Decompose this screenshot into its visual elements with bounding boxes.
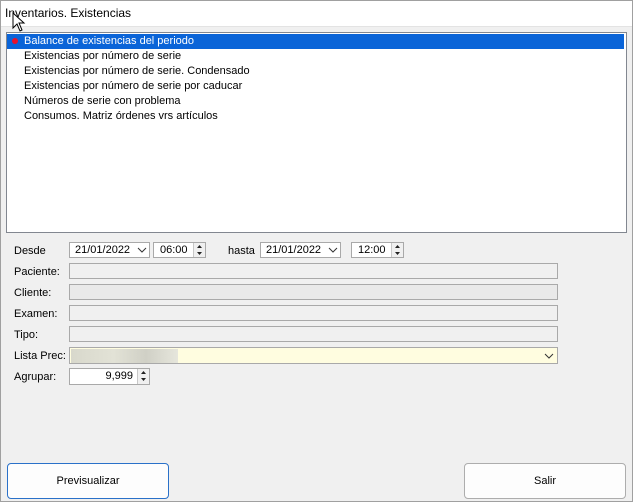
agrupar-spinner[interactable] <box>137 369 149 384</box>
desde-time-input[interactable]: 06:00 <box>153 242 206 258</box>
spin-up-icon[interactable] <box>194 243 205 250</box>
report-item-serial-expiring[interactable]: Existencias por número de serie por cadu… <box>7 79 624 94</box>
title-bar: Inventarios. Existencias <box>1 1 632 32</box>
tipo-label: Tipo: <box>14 329 39 341</box>
paciente-label: Paciente: <box>14 266 60 278</box>
hasta-date-picker[interactable]: 21/01/2022 <box>260 242 341 258</box>
desde-label: Desde <box>14 245 46 257</box>
chevron-down-icon[interactable] <box>543 350 555 362</box>
hasta-label: hasta <box>228 245 255 257</box>
spin-up-icon[interactable] <box>138 369 149 376</box>
hasta-time-spinner[interactable] <box>391 243 403 257</box>
mouse-pointer-icon <box>12 12 26 32</box>
report-item-serial[interactable]: Existencias por número de serie <box>7 49 624 64</box>
report-list[interactable]: Balance de existencias del periodo Exist… <box>6 32 627 233</box>
exit-button[interactable]: Salir <box>464 463 626 499</box>
spin-up-icon[interactable] <box>392 243 403 250</box>
report-item-serial-condensed[interactable]: Existencias por número de serie. Condens… <box>7 64 624 79</box>
desde-time-spinner[interactable] <box>193 243 205 257</box>
lista-prec-dropdown[interactable] <box>69 347 558 364</box>
spin-down-icon[interactable] <box>138 376 149 383</box>
paciente-field[interactable] <box>69 263 558 279</box>
agrupar-label: Agrupar: <box>14 371 57 383</box>
selection-bullet-icon <box>12 38 18 44</box>
cliente-label: Cliente: <box>14 287 52 299</box>
report-window: Inventarios. Existencias Balance de exis… <box>0 0 633 502</box>
spin-down-icon[interactable] <box>392 250 403 257</box>
tipo-field[interactable] <box>69 326 558 342</box>
examen-label: Examen: <box>14 308 58 320</box>
report-item-balance[interactable]: Balance de existencias del periodo <box>7 34 624 49</box>
lista-prec-label: Lista Prec: <box>14 350 66 362</box>
report-item-serial-problem[interactable]: Números de serie con problema <box>7 94 624 109</box>
preview-button[interactable]: Previsualizar <box>7 463 169 499</box>
desde-date-picker[interactable]: 21/01/2022 <box>69 242 150 258</box>
redacted-value <box>71 349 178 363</box>
spin-down-icon[interactable] <box>194 250 205 257</box>
chevron-down-icon[interactable] <box>326 243 340 257</box>
report-item-consumption-matrix[interactable]: Consumos. Matriz órdenes vrs artículos <box>7 109 624 124</box>
chevron-down-icon[interactable] <box>135 243 149 257</box>
hasta-time-input[interactable]: 12:00 <box>351 242 404 258</box>
cliente-field[interactable] <box>69 284 558 300</box>
agrupar-input[interactable]: 9,999 <box>69 368 150 385</box>
examen-field[interactable] <box>69 305 558 321</box>
